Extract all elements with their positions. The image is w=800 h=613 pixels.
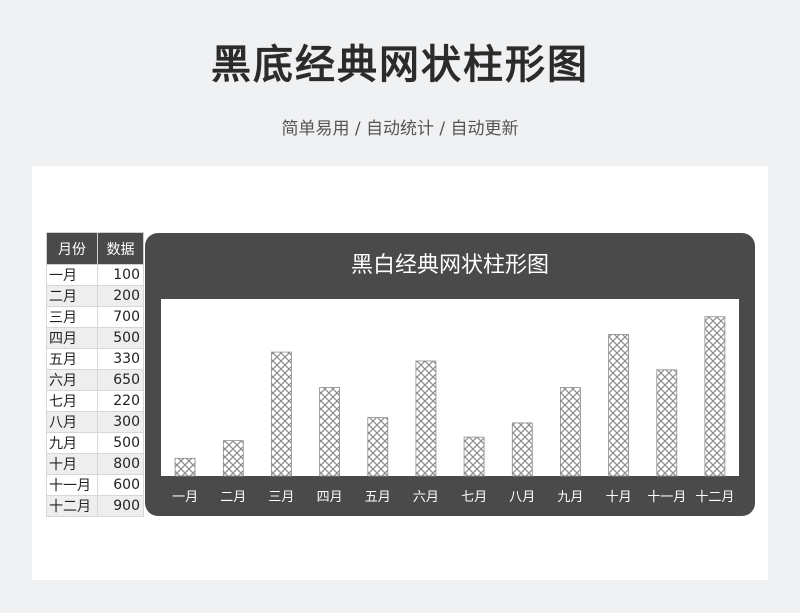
chart-plot: 一月 二月 三月 四月 五月 六月 七月 八月 九月 十月 十一月 十二月 [161, 299, 739, 505]
table-row: 一月 100 [46, 264, 144, 286]
cell-month[interactable]: 八月 [46, 411, 98, 433]
bar-1[interactable] [174, 457, 196, 477]
table-row: 五月 330 [46, 348, 144, 370]
x-tick-label: 一月 [172, 490, 198, 505]
table-row: 七月 220 [46, 390, 144, 412]
x-tick-label: 三月 [268, 490, 294, 505]
x-tick-label: 九月 [557, 490, 583, 505]
table-row: 六月 650 [46, 369, 144, 391]
x-tick-label: 五月 [365, 490, 391, 505]
cell-value[interactable]: 650 [97, 369, 144, 391]
cell-value[interactable]: 300 [97, 411, 144, 433]
cell-month[interactable]: 三月 [46, 306, 98, 328]
bar-3[interactable] [271, 351, 292, 477]
x-tick-label: 十一月 [647, 490, 686, 505]
cell-month[interactable]: 十月 [46, 453, 98, 475]
table-row: 八月 300 [46, 411, 144, 433]
table-row: 四月 500 [46, 327, 144, 349]
table-row: 十一月 600 [46, 474, 144, 496]
chart-panel[interactable]: 黑白经典网状柱形图 一月 二月 三月 四月 五月 六月 七月 八月 九月 十月 十一月 十二月 [145, 233, 755, 516]
cell-value[interactable]: 330 [97, 348, 144, 370]
x-tick-label: 四月 [317, 490, 343, 505]
bar-8[interactable] [511, 422, 533, 477]
bar-11[interactable] [656, 369, 678, 477]
bar-7[interactable] [463, 436, 485, 477]
cell-month[interactable]: 十二月 [46, 495, 98, 517]
cell-value[interactable]: 220 [97, 390, 144, 412]
bar-9[interactable] [559, 387, 581, 477]
table-row: 十月 800 [46, 453, 144, 475]
x-tick-label: 六月 [413, 490, 439, 505]
column-header-value[interactable]: 数据 [97, 232, 144, 265]
cell-month[interactable]: 五月 [46, 348, 98, 370]
cell-month[interactable]: 六月 [46, 369, 98, 391]
column-header-month[interactable]: 月份 [46, 232, 98, 265]
bar-5[interactable] [367, 417, 389, 477]
table-header-row: 月份 数据 [46, 232, 144, 265]
cell-value[interactable]: 800 [97, 453, 144, 475]
cell-month[interactable]: 九月 [46, 432, 98, 454]
cell-month[interactable]: 十一月 [46, 474, 98, 496]
cell-value[interactable]: 600 [97, 474, 144, 496]
spreadsheet-area: 月份 数据 一月 100 二月 200 三月 700 四月 500 五月 330 六月 650 七月 22… [32, 166, 768, 580]
x-tick-label: 十月 [606, 490, 632, 505]
cell-month[interactable]: 七月 [46, 390, 98, 412]
cell-value[interactable]: 500 [97, 327, 144, 349]
cell-value[interactable]: 100 [97, 264, 144, 286]
cell-month[interactable]: 四月 [46, 327, 98, 349]
bar-6[interactable] [415, 360, 437, 477]
table-row: 二月 200 [46, 285, 144, 307]
bar-10[interactable] [608, 334, 630, 477]
cell-value[interactable]: 500 [97, 432, 144, 454]
x-tick-label: 十二月 [695, 490, 734, 505]
table-row: 十二月 900 [46, 495, 144, 517]
page-subtitle: 简单易用 / 自动统计 / 自动更新 [281, 119, 519, 139]
cell-value[interactable]: 900 [97, 495, 144, 517]
bar-2[interactable] [222, 440, 244, 477]
plot-area [161, 299, 739, 476]
cell-month[interactable]: 二月 [46, 285, 98, 307]
table-row: 九月 500 [46, 432, 144, 454]
x-tick-label: 七月 [461, 490, 487, 505]
bar-12[interactable] [704, 316, 726, 477]
x-tick-label: 二月 [220, 490, 246, 505]
x-tick-label: 八月 [509, 490, 535, 505]
cell-value[interactable]: 700 [97, 306, 144, 328]
page-title: 黑底经典网状柱形图 [211, 42, 589, 88]
data-table: 月份 数据 一月 100 二月 200 三月 700 四月 500 五月 330 六月 650 七月 22… [46, 232, 144, 517]
cell-value[interactable]: 200 [97, 285, 144, 307]
bar-4[interactable] [319, 387, 341, 477]
table-row: 三月 700 [46, 306, 144, 328]
cell-month[interactable]: 一月 [46, 264, 98, 286]
